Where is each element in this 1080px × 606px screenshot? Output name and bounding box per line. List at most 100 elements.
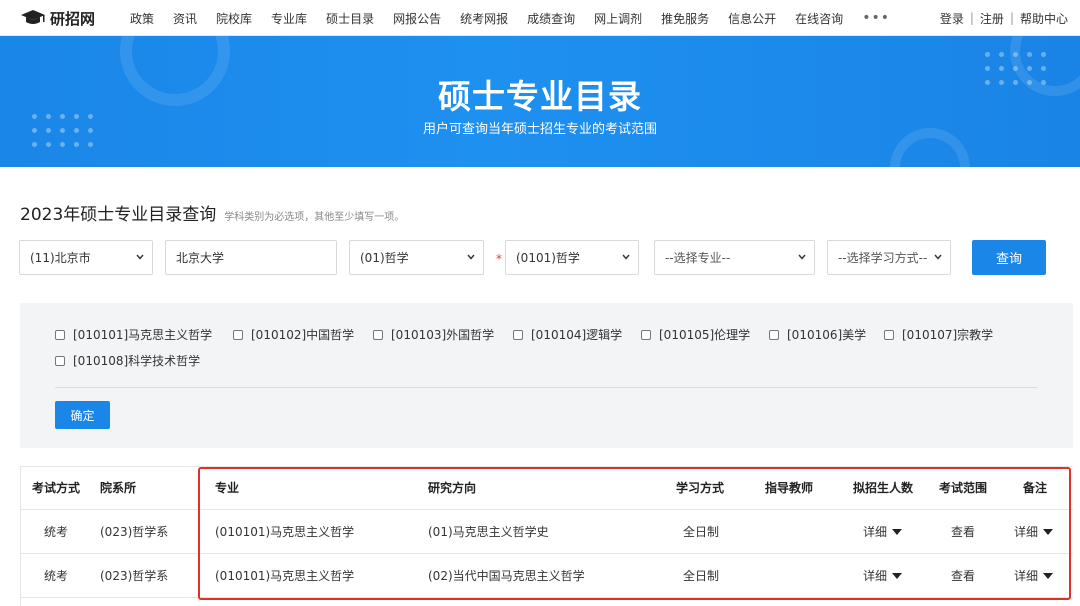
table-row: 统考 (023)哲学系 (010101)马克思主义哲学 (01)马克思主义哲学史… — [20, 510, 1073, 554]
note-details-label: 详细 — [1014, 525, 1039, 539]
major-checkbox[interactable]: [010103]外国哲学 — [373, 326, 494, 343]
table-row: 统考 (023)哲学系 (010101)马克思主义哲学 (02)当代中国马克思主… — [20, 554, 1073, 598]
chevron-down-icon — [934, 254, 942, 260]
quota-details-toggle[interactable]: 详细 — [863, 554, 903, 598]
nav-separator: | — [1009, 11, 1014, 25]
nav-link-disclosure[interactable]: 信息公开 — [728, 10, 776, 27]
major-checkbox[interactable]: [010105]伦理学 — [641, 326, 750, 343]
major-value: --选择专业-- — [665, 251, 731, 265]
top-nav: 研招网 政策 资讯 院校库 专业库 硕士目录 网报公告 统考网报 成绩查询 网上… — [0, 0, 1080, 36]
scope-view-link[interactable]: 查看 — [951, 510, 975, 554]
panel-divider — [55, 387, 1037, 388]
major-checkbox-panel: [010101]马克思主义哲学 [010102]中国哲学 [010103]外国哲… — [20, 303, 1073, 448]
category-value: (01)哲学 — [360, 251, 409, 265]
major-checkbox[interactable]: [010104]逻辑学 — [513, 326, 622, 343]
major-checkbox[interactable]: [010102]中国哲学 — [233, 326, 354, 343]
major-option-label: [010103]外国哲学 — [391, 328, 495, 342]
chevron-down-icon — [467, 254, 475, 260]
cell-dept: (023)哲学系 — [100, 525, 169, 539]
query-heading: 2023年硕士专业目录查询 学科类别为必选项，其他至少填写一项。 — [20, 200, 404, 225]
nav-link-registration[interactable]: 统考网报 — [460, 10, 508, 27]
nav-link-adjustment[interactable]: 网上调剂 — [594, 10, 642, 27]
major-option-label: [010104]逻辑学 — [531, 328, 623, 342]
note-details-toggle[interactable]: 详细 — [1014, 554, 1054, 598]
chevron-down-icon — [136, 254, 144, 260]
quota-details-label: 详细 — [863, 525, 888, 539]
major-option-label: [010106]美学 — [787, 328, 867, 342]
checkbox-icon[interactable] — [641, 329, 651, 340]
study-mode-value: --选择学习方式-- — [838, 251, 928, 265]
site-logo[interactable]: 研招网 — [20, 8, 95, 28]
more-menu-icon[interactable]: ••• — [862, 10, 890, 26]
note-details-label: 详细 — [1014, 569, 1039, 583]
province-value: (11)北京市 — [30, 251, 91, 265]
checkbox-icon[interactable] — [233, 329, 243, 340]
cell-dept: (023)哲学系 — [100, 569, 169, 583]
note-details-toggle[interactable]: 详细 — [1014, 510, 1054, 554]
nav-separator: | — [969, 11, 974, 25]
discipline-select[interactable]: (0101)哲学 — [505, 240, 639, 275]
category-select[interactable]: (01)哲学 — [349, 240, 484, 275]
checkbox-icon[interactable] — [884, 329, 894, 340]
query-button[interactable]: 查询 — [972, 240, 1046, 275]
col-header-major: 专业 — [215, 481, 240, 495]
quota-details-label: 详细 — [863, 569, 888, 583]
col-header-study-mode: 学习方式 — [676, 481, 725, 495]
cell-direction: (02)当代中国马克思主义哲学 — [428, 569, 585, 583]
scope-view-link[interactable]: 查看 — [951, 554, 975, 598]
major-checkbox[interactable]: [010108]科学技术哲学 — [55, 352, 200, 369]
cell-direction: (01)马克思主义哲学史 — [428, 525, 549, 539]
caret-down-icon — [892, 572, 903, 579]
caret-down-icon — [1043, 572, 1054, 579]
nav-links: 政策 资讯 院校库 专业库 硕士目录 网报公告 统考网报 成绩查询 网上调剂 推… — [130, 0, 890, 36]
col-header-note: 备注 — [1023, 481, 1048, 495]
banner-title: 硕士专业目录 — [438, 77, 642, 116]
major-checkbox[interactable]: [010106]美学 — [769, 326, 866, 343]
nav-link-scores[interactable]: 成绩查询 — [527, 10, 575, 27]
hero-banner: 硕士专业目录 用户可查询当年硕士招生专业的考试范围 — [0, 36, 1080, 167]
nav-link-schools[interactable]: 院校库 — [216, 10, 252, 27]
province-select[interactable]: (11)北京市 — [19, 240, 153, 275]
confirm-button[interactable]: 确定 — [55, 401, 110, 429]
major-option-label: [010105]伦理学 — [659, 328, 751, 342]
study-mode-select[interactable]: --选择学习方式-- — [827, 240, 951, 275]
nav-link-policy[interactable]: 政策 — [130, 10, 154, 27]
checkbox-icon[interactable] — [769, 329, 779, 340]
school-input[interactable]: 北京大学 — [165, 240, 337, 275]
nav-link-catalog[interactable]: 硕士目录 — [326, 10, 374, 27]
banner-subtitle: 用户可查询当年硕士招生专业的考试范围 — [422, 122, 657, 137]
col-header-direction: 研究方向 — [428, 481, 477, 495]
nav-link-announcements[interactable]: 网报公告 — [393, 10, 441, 27]
login-link[interactable]: 登录 — [940, 10, 964, 27]
col-header-dept: 院系所 — [100, 481, 137, 495]
query-hint: 学科类别为必选项，其他至少填写一项。 — [224, 212, 405, 223]
register-link[interactable]: 注册 — [980, 10, 1004, 27]
quota-details-toggle[interactable]: 详细 — [863, 510, 903, 554]
checkbox-icon[interactable] — [55, 355, 65, 366]
cell-exam: 统考 — [43, 525, 68, 539]
nav-link-recommendation[interactable]: 推免服务 — [661, 10, 709, 27]
major-checkbox[interactable]: [010107]宗教学 — [884, 326, 993, 343]
major-select[interactable]: --选择专业-- — [654, 240, 815, 275]
checkbox-icon[interactable] — [55, 329, 65, 340]
nav-link-news[interactable]: 资讯 — [173, 10, 197, 27]
table-header-row: 考试方式 院系所 专业 研究方向 学习方式 指导教师 拟招生人数 考试范围 备注 — [20, 466, 1073, 510]
checkbox-icon[interactable] — [513, 329, 523, 340]
nav-link-majors[interactable]: 专业库 — [271, 10, 307, 27]
caret-down-icon — [1043, 528, 1054, 535]
col-header-scope: 考试范围 — [939, 481, 988, 495]
major-checkbox[interactable]: [010101]马克思主义哲学 — [55, 326, 212, 343]
chevron-down-icon — [798, 254, 806, 260]
major-option-label: [010102]中国哲学 — [251, 328, 355, 342]
graduation-cap-icon — [21, 10, 45, 24]
caret-down-icon — [892, 528, 903, 535]
help-link[interactable]: 帮助中心 — [1020, 10, 1068, 27]
discipline-value: (0101)哲学 — [516, 251, 580, 265]
cell-major: (010101)马克思主义哲学 — [215, 525, 355, 539]
checkbox-icon[interactable] — [373, 329, 383, 340]
cell-major: (010101)马克思主义哲学 — [215, 569, 355, 583]
major-option-label: [010101]马克思主义哲学 — [73, 328, 213, 342]
nav-link-consult[interactable]: 在线咨询 — [795, 10, 843, 27]
col-header-exam: 考试方式 — [32, 481, 81, 495]
chevron-down-icon — [622, 254, 630, 260]
